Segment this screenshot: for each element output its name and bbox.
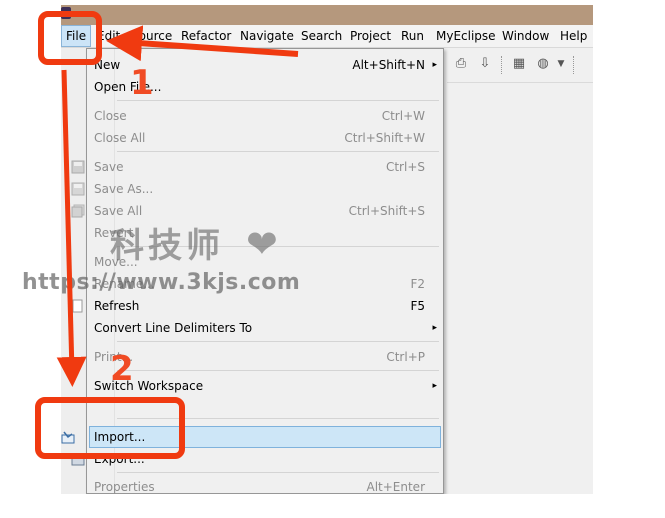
menu-search[interactable]: Search [301, 25, 342, 47]
menu-item-properties[interactable]: Properties Alt+Enter [89, 476, 441, 494]
menu-item-rename[interactable]: Rename... F2 [89, 273, 441, 295]
save-as-icon [71, 182, 85, 196]
print-toolbar-icon[interactable]: ⎙ [453, 56, 469, 72]
toolbar-separator [501, 56, 503, 74]
menu-item-refresh[interactable]: Refresh F5 [72, 295, 441, 317]
menu-item-label: Refresh [94, 299, 140, 313]
callout-file-highlight [38, 11, 102, 65]
menu-item-label: Close All [94, 131, 146, 145]
menu-item-shortcut: Ctrl+Shift+S [348, 204, 425, 218]
menu-source[interactable]: Source [131, 25, 172, 47]
menu-run[interactable]: Run [401, 25, 424, 47]
menu-item-convert-line-delimiters[interactable]: Convert Line Delimiters To ▸ [89, 317, 441, 339]
step-number-1: 1 [130, 63, 154, 103]
menu-separator [117, 472, 439, 473]
save-all-icon [71, 204, 85, 218]
menu-item-shortcut: F2 [410, 277, 425, 291]
menu-item-label: Save [94, 160, 124, 174]
menu-item-label: Move... [94, 255, 138, 269]
toolbar: ⎙ ⇩ ▦ ◍ ▼ [447, 48, 593, 83]
toolbar-separator [573, 56, 575, 74]
menu-item-label: Save As... [94, 182, 154, 196]
chevron-down-icon[interactable]: ▼ [553, 56, 569, 72]
menu-separator [117, 370, 439, 371]
new-server-icon[interactable]: ▦ [511, 56, 527, 72]
menu-item-label: Save All [94, 204, 143, 218]
menu-item-switch-workspace[interactable]: Switch Workspace ▸ [89, 375, 441, 397]
menu-item-shortcut: Alt+Shift+N [352, 58, 425, 72]
menu-bar: File Edit Source Refactor Navigate Searc… [61, 25, 593, 48]
menu-separator [117, 151, 439, 152]
menu-navigate[interactable]: Navigate [240, 25, 294, 47]
menu-item-label: Rename... [94, 277, 155, 291]
submenu-arrow-icon: ▸ [432, 323, 437, 333]
menu-help[interactable]: Help [560, 25, 587, 47]
menu-item-shortcut: Ctrl+W [381, 109, 425, 123]
menu-item-label: Close [94, 109, 127, 123]
menu-item-shortcut: Ctrl+S [385, 160, 425, 174]
deploy-toolbar-icon[interactable]: ⇩ [477, 56, 493, 72]
globe-icon[interactable]: ◍ [535, 56, 551, 72]
menu-item-move[interactable]: Move... [89, 251, 441, 273]
menu-separator [117, 100, 439, 101]
menu-item-close[interactable]: Close Ctrl+W [89, 105, 441, 127]
menu-separator [117, 341, 439, 342]
menu-item-close-all[interactable]: Close All Ctrl+Shift+W [89, 127, 441, 149]
menu-item-shortcut: F5 [410, 299, 425, 313]
menu-refactor[interactable]: Refactor [181, 25, 231, 47]
menu-item-save[interactable]: Save Ctrl+S [71, 156, 441, 178]
menu-item-revert[interactable]: Revert [89, 222, 441, 244]
submenu-arrow-icon: ▸ [432, 381, 437, 391]
menu-separator [117, 246, 439, 247]
menu-window[interactable]: Window [502, 25, 549, 47]
menu-item-label: Properties [94, 480, 155, 494]
menu-item-label: Revert [94, 226, 134, 240]
menu-item-shortcut: Ctrl+Shift+W [344, 131, 425, 145]
menu-item-shortcut: Ctrl+P [386, 350, 425, 364]
submenu-arrow-icon: ▸ [432, 60, 437, 70]
title-bar [61, 5, 593, 25]
save-icon [71, 160, 85, 174]
menu-item-label: Convert Line Delimiters To [94, 321, 253, 335]
callout-import-highlight [35, 397, 185, 459]
menu-project[interactable]: Project [350, 25, 391, 47]
step-number-2: 2 [110, 349, 134, 389]
menu-item-save-all[interactable]: Save All Ctrl+Shift+S [71, 200, 441, 222]
menu-myeclipse[interactable]: MyEclipse [436, 25, 496, 47]
menu-item-save-as[interactable]: Save As... [71, 178, 441, 200]
menu-item-print[interactable]: Print... Ctrl+P [89, 346, 441, 368]
refresh-icon [72, 299, 83, 313]
menu-item-shortcut: Alt+Enter [366, 480, 425, 494]
